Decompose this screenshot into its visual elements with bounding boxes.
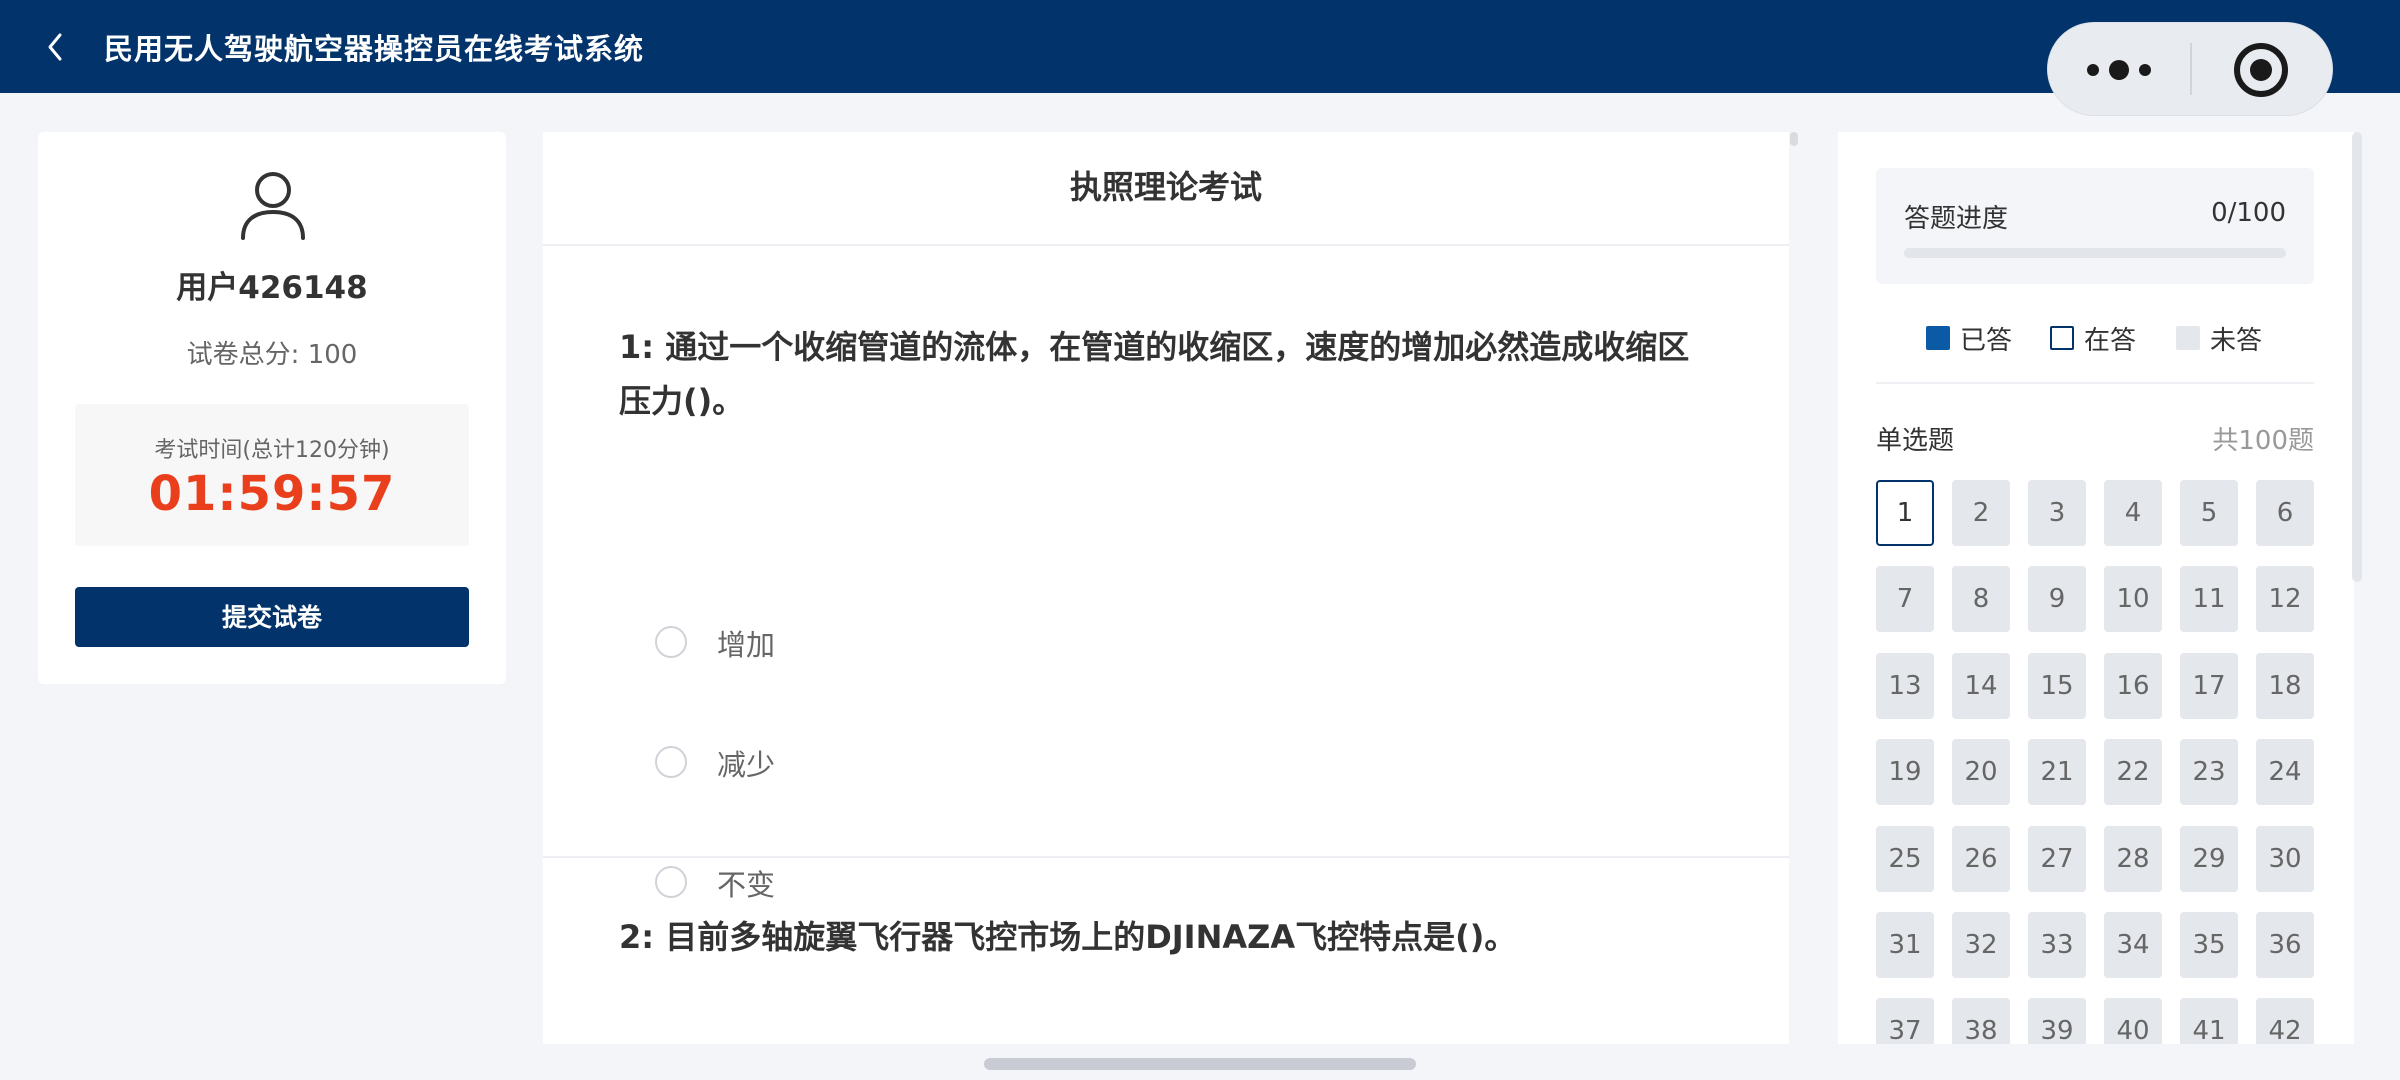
app-header: 民用无人驾驶航空器操控员在线考试系统 bbox=[0, 0, 2400, 93]
question-number-cell[interactable]: 7 bbox=[1876, 566, 1934, 633]
question-number-cell[interactable]: 32 bbox=[1952, 912, 2010, 978]
legend-unanswered-label: 未答 bbox=[2210, 326, 2263, 356]
timer-box: 考试时间(总计120分钟) 01:59:57 bbox=[75, 404, 469, 546]
question-number-cell[interactable]: 1 bbox=[1876, 480, 1934, 546]
question-number-cell[interactable]: 42 bbox=[2256, 998, 2314, 1044]
question-number-cell[interactable]: 14 bbox=[1952, 652, 2010, 719]
question-number-cell[interactable]: 25 bbox=[1876, 825, 1934, 892]
exam-panel: 执照理论考试 1: 通过一个收缩管道的流体，在管道的收缩区，速度的增加必然造成收… bbox=[543, 132, 1789, 1044]
question-number-cell[interactable]: 30 bbox=[2256, 825, 2314, 892]
username: 用户426148 bbox=[176, 270, 368, 306]
timer-label: 考试时间(总计120分钟) bbox=[154, 438, 390, 463]
question-number-cell[interactable]: 37 bbox=[1876, 998, 1934, 1044]
question-number-cell[interactable]: 3 bbox=[2028, 480, 2086, 546]
question-number-cell[interactable]: 15 bbox=[2028, 652, 2086, 719]
main-scrollbar[interactable] bbox=[1790, 132, 1798, 146]
mini-program-capsule bbox=[2047, 22, 2333, 116]
answer-sheet-panel: 答题进度 0/100 已答 在答 未答 单选题 共100题 1234567891… bbox=[1838, 132, 2354, 1044]
question-number-cell[interactable]: 10 bbox=[2104, 566, 2162, 633]
question-number-cell[interactable]: 2 bbox=[1952, 480, 2010, 546]
target-circle-icon bbox=[2234, 43, 2288, 97]
current-swatch bbox=[2050, 326, 2074, 350]
question-stem: 2: 目前多轴旋翼飞行器飞控市场上的DJINAZA飞控特点是()。 bbox=[619, 918, 1517, 956]
question-number-cell[interactable]: 8 bbox=[1952, 566, 2010, 633]
progress-card: 答题进度 0/100 bbox=[1876, 168, 2314, 284]
question-number-cell[interactable]: 21 bbox=[2028, 739, 2086, 806]
unanswered-swatch bbox=[2176, 326, 2200, 350]
question-number-cell[interactable]: 33 bbox=[2028, 912, 2086, 978]
more-dots-icon bbox=[2087, 60, 2151, 80]
question-number-cell[interactable]: 29 bbox=[2180, 825, 2238, 892]
sidebar-scrollbar[interactable] bbox=[2352, 132, 2362, 582]
question-number-cell[interactable]: 31 bbox=[1876, 912, 1934, 978]
question-number-cell[interactable]: 39 bbox=[2028, 998, 2086, 1044]
total-score: 试卷总分: 100 bbox=[186, 340, 358, 370]
user-card: 用户426148 试卷总分: 100 考试时间(总计120分钟) 01:59:5… bbox=[38, 132, 506, 684]
question-number-cell[interactable]: 27 bbox=[2028, 825, 2086, 892]
question-number-cell[interactable]: 18 bbox=[2256, 652, 2314, 719]
question-number-cell[interactable]: 23 bbox=[2180, 739, 2238, 806]
legend-current-label: 在答 bbox=[2084, 326, 2137, 356]
question-number-cell[interactable]: 26 bbox=[1952, 825, 2010, 892]
timer-value: 01:59:57 bbox=[148, 466, 396, 522]
question-number-cell[interactable]: 4 bbox=[2104, 480, 2162, 546]
question-number-cell[interactable]: 22 bbox=[2104, 739, 2162, 806]
progress-label: 答题进度 bbox=[1904, 204, 2009, 234]
legend-answered-label: 已答 bbox=[1960, 326, 2013, 356]
question-number-cell[interactable]: 38 bbox=[1952, 998, 2010, 1044]
horizontal-scrollbar[interactable] bbox=[984, 1058, 1416, 1070]
question-number-cell[interactable]: 11 bbox=[2180, 566, 2238, 633]
question-number-cell[interactable]: 19 bbox=[1876, 739, 1934, 806]
option-label: 减少 bbox=[717, 748, 776, 782]
progress-bar bbox=[1904, 248, 2286, 258]
question-number-cell[interactable]: 40 bbox=[2104, 998, 2162, 1044]
question-number-cell[interactable]: 36 bbox=[2256, 912, 2314, 978]
more-button[interactable] bbox=[2048, 23, 2190, 117]
question-number-cell[interactable]: 6 bbox=[2256, 480, 2314, 546]
progress-count: 0/100 bbox=[2211, 198, 2286, 228]
radio-circle-icon[interactable] bbox=[655, 626, 687, 658]
submit-exam-button[interactable]: 提交试卷 bbox=[75, 587, 469, 647]
question-number-cell[interactable]: 9 bbox=[2028, 566, 2086, 633]
question-number-cell[interactable]: 16 bbox=[2104, 652, 2162, 719]
question-number-cell[interactable]: 12 bbox=[2256, 566, 2314, 633]
question-number-cell[interactable]: 24 bbox=[2256, 739, 2314, 806]
question-item: 2: 目前多轴旋翼飞行器飞控市场上的DJINAZA飞控特点是()。 bbox=[543, 858, 1789, 1044]
user-outline-icon bbox=[241, 172, 305, 240]
question-number-cell[interactable]: 34 bbox=[2104, 912, 2162, 978]
app-title: 民用无人驾驶航空器操控员在线考试系统 bbox=[104, 32, 645, 66]
question-number-cell[interactable]: 17 bbox=[2180, 652, 2238, 719]
section-count: 共100题 bbox=[2212, 426, 2314, 456]
option-a[interactable]: 增加 bbox=[655, 624, 1255, 664]
question-item: 1: 通过一个收缩管道的流体，在管道的收缩区，速度的增加必然造成收缩区压力()。… bbox=[543, 246, 1789, 902]
question-number-cell[interactable]: 28 bbox=[2104, 825, 2162, 892]
section-title: 单选题 bbox=[1876, 426, 1955, 456]
close-button[interactable] bbox=[2192, 23, 2334, 117]
legend: 已答 在答 未答 bbox=[1838, 320, 2354, 360]
divider bbox=[1876, 382, 2314, 384]
question-number-cell[interactable]: 35 bbox=[2180, 912, 2238, 978]
option-b[interactable]: 减少 bbox=[655, 744, 1255, 784]
question-number-cell[interactable]: 20 bbox=[1952, 739, 2010, 806]
exam-title: 执照理论考试 bbox=[543, 132, 1789, 246]
question-number-cell[interactable]: 41 bbox=[2180, 998, 2238, 1044]
chevron-left-icon[interactable] bbox=[42, 30, 70, 64]
question-number-cell[interactable]: 13 bbox=[1876, 652, 1934, 719]
question-number-cell[interactable]: 5 bbox=[2180, 480, 2238, 546]
radio-circle-icon[interactable] bbox=[655, 746, 687, 778]
question-stem: 1: 通过一个收缩管道的流体，在管道的收缩区，速度的增加必然造成收缩区压力()。 bbox=[619, 328, 1690, 420]
answered-swatch bbox=[1926, 326, 1950, 350]
option-label: 增加 bbox=[717, 628, 776, 662]
